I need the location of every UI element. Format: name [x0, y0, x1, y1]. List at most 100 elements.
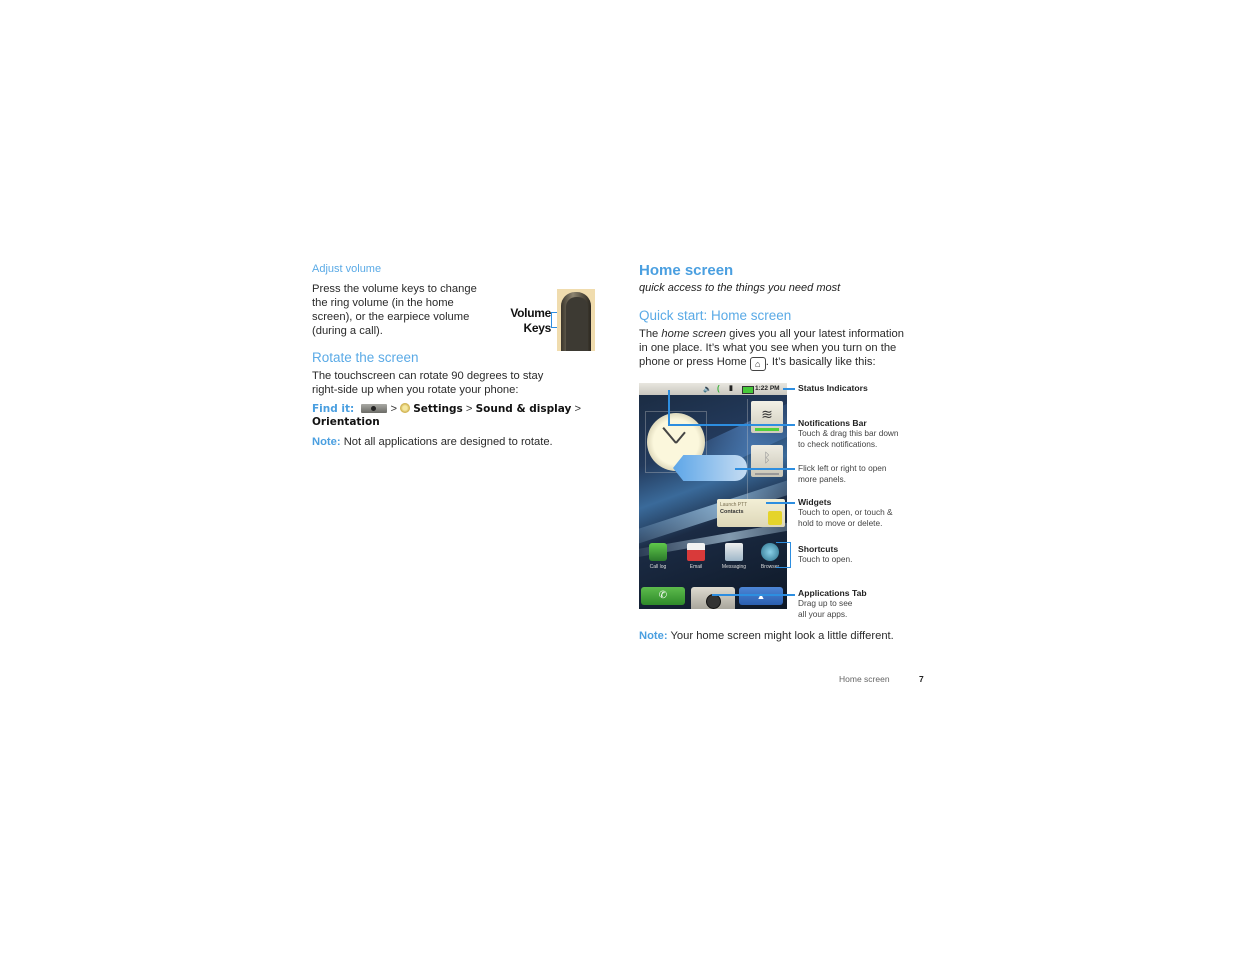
ptt-contacts-icon	[768, 511, 782, 525]
rotate-screen-heading: Rotate the screen	[312, 350, 419, 365]
battery-icon	[742, 386, 754, 394]
intro-line: The home screen gives you all your lates…	[639, 327, 904, 341]
adjust-volume-heading: Adjust volume	[312, 263, 382, 275]
leader-flick	[735, 468, 795, 470]
callout-text: Touch to open, or touch &	[798, 507, 893, 517]
path-separator: >	[574, 403, 582, 415]
contacts-button[interactable]: ▲	[739, 587, 783, 605]
intro-line: in one place. It’s what you see when you…	[639, 342, 897, 354]
note-text: Not all applications are designed to rot…	[343, 436, 553, 448]
callout-text: all your apps.	[798, 609, 848, 619]
shortcut-label: Email	[689, 564, 703, 570]
launcher-icon	[706, 594, 721, 609]
callout-title: Status Indicators	[798, 383, 868, 393]
find-it-path: Find it: > Settings > Sound & display >	[312, 402, 581, 416]
text: gives you all your latest information	[726, 328, 904, 340]
shortcut-email[interactable]: Email	[681, 541, 711, 575]
body-line: screen), or the earpiece volume	[312, 311, 470, 323]
signal-icon: ▮	[729, 385, 733, 392]
leader-notifications-vertical	[668, 390, 670, 425]
body-line: right-side up when you rotate your phone…	[312, 384, 519, 396]
body-line: the ring volume (in the home	[312, 297, 454, 309]
callout-title: Applications Tab	[798, 588, 867, 598]
leader-status	[783, 388, 795, 390]
find-it-label: Find it:	[312, 403, 355, 415]
phone-icon: ✆	[658, 590, 668, 601]
leader-notifications	[668, 424, 795, 426]
shortcuts-bracket	[776, 542, 791, 568]
home-screen-term: home screen	[661, 328, 727, 340]
call-log-icon	[649, 543, 667, 561]
shortcut-label: Messaging	[721, 564, 747, 570]
quick-start-heading: Quick start: Home screen	[639, 308, 792, 323]
text: phone or press Home	[639, 356, 750, 368]
callout-text: Touch to open.	[798, 554, 853, 564]
leader-widgets	[766, 502, 795, 504]
note-label: Note:	[639, 630, 668, 642]
callout-text: Touch & drag this bar down	[798, 428, 899, 438]
body-line: (during a call).	[312, 325, 383, 337]
adjust-volume-body: Press the volume keys to change the ring…	[312, 282, 477, 338]
callout-flick-panels: Flick left or right to open more panels.	[798, 463, 887, 485]
shortcut-messaging[interactable]: Messaging	[717, 541, 751, 575]
volume-icon: 🔈	[703, 386, 712, 393]
status-bar[interactable]: 🔈 ( ▮ 1:22 PM	[639, 383, 787, 395]
status-time: 1:22 PM	[755, 385, 780, 392]
text: The	[639, 328, 662, 340]
note-label: Note:	[312, 436, 341, 448]
shortcut-label: Call log	[649, 564, 667, 570]
phone-side-image	[557, 289, 595, 351]
sound-display-link[interactable]: Sound & display	[476, 403, 572, 415]
callout-status-indicators: Status Indicators	[798, 383, 868, 393]
home-key-icon: ⌂	[749, 357, 766, 371]
bluetooth-toggle[interactable]: ᛒ	[751, 445, 783, 477]
call-icon: (	[717, 384, 720, 393]
page-tagline: quick access to the things you need most	[639, 282, 841, 294]
menu-key-icon	[361, 404, 388, 413]
home-screen-image: 🔈 ( ▮ 1:22 PM ≋ ᛒ Launch PTT Contacts Ca…	[639, 383, 787, 609]
callout-applications-tab: Applications Tab Drag up to see all your…	[798, 588, 867, 620]
body-line: Press the volume keys to change	[312, 283, 477, 295]
callout-widgets: Widgets Touch to open, or touch & hold t…	[798, 497, 893, 529]
intro-paragraph: The home screen gives you all your lates…	[639, 327, 904, 371]
callout-text: Flick left or right to open	[798, 463, 887, 473]
page-number: 7	[919, 674, 924, 684]
callout-title: Shortcuts	[798, 544, 839, 554]
callout-notifications-bar: Notifications Bar Touch & drag this bar …	[798, 418, 899, 450]
page-title: Home screen	[639, 262, 734, 279]
volume-keys-label: Volume Keys	[505, 306, 551, 336]
shortcut-row: Call log Email Messaging Browser	[641, 541, 787, 575]
callout-text: Drag up to see	[798, 598, 853, 608]
label-line: Volume	[510, 306, 551, 320]
settings-gear-icon	[400, 403, 411, 413]
email-icon	[687, 543, 705, 561]
callout-text: to check notifications.	[798, 439, 878, 449]
callout-title: Notifications Bar	[798, 418, 867, 428]
applications-tab[interactable]	[691, 587, 735, 609]
home-screen-note: Note: Your home screen might look a litt…	[639, 629, 894, 643]
shortcut-call-log[interactable]: Call log	[643, 541, 673, 575]
footer-section: Home screen	[839, 674, 890, 684]
intro-line: phone or press Home ⌂. It’s basically li…	[639, 355, 904, 371]
widget-line1: Launch PTT	[720, 502, 748, 508]
leader-apps-tab	[712, 594, 795, 596]
callout-text: more panels.	[798, 474, 846, 484]
settings-link[interactable]: Settings	[413, 403, 463, 415]
label-line: Keys	[523, 321, 552, 335]
wifi-toggle[interactable]: ≋	[751, 401, 783, 433]
widget-line2: Contacts	[720, 509, 744, 515]
contacts-icon: ▲	[756, 591, 766, 601]
rotate-body: The touchscreen can rotate 90 degrees to…	[312, 369, 543, 397]
text: . It’s basically like this:	[765, 356, 876, 368]
callout-title: Widgets	[798, 497, 832, 507]
messaging-icon	[725, 543, 743, 561]
rotate-note: Note: Not all applications are designed …	[312, 435, 553, 449]
path-separator: >	[390, 403, 398, 415]
note-text: Your home screen might look a little dif…	[670, 630, 894, 642]
callout-text: hold to move or delete.	[798, 518, 883, 528]
phone-dialer-button[interactable]: ✆	[641, 587, 685, 605]
callout-shortcuts: Shortcuts Touch to open.	[798, 544, 852, 565]
orientation-link[interactable]: Orientation	[312, 416, 380, 428]
path-separator: >	[465, 403, 473, 415]
body-line: The touchscreen can rotate 90 degrees to…	[312, 370, 544, 382]
